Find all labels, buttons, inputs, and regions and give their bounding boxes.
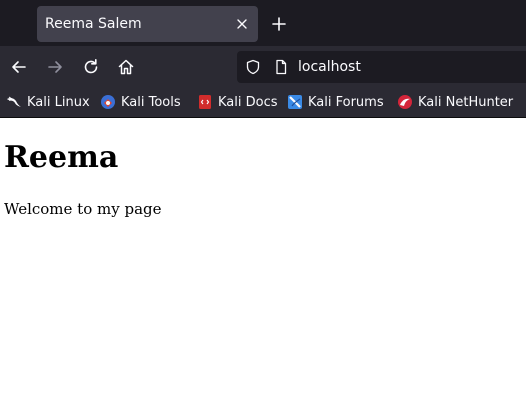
bookmark-kali-docs[interactable]: Kali Docs (197, 88, 278, 116)
bookmark-kali-nethunter[interactable]: Kali NetHunter (397, 88, 513, 116)
kali-dragon-icon (7, 96, 21, 107)
navigation-toolbar: localhost (0, 46, 526, 88)
bookmark-kali-forums[interactable]: Kali Forums (287, 88, 384, 116)
kali-docs-icon (199, 95, 211, 109)
page-info-icon[interactable] (273, 59, 289, 75)
bookmark-kali-tools[interactable]: Kali Tools (100, 88, 181, 116)
home-icon[interactable] (116, 57, 136, 77)
bookmark-kali-linux[interactable]: Kali Linux (6, 88, 90, 116)
address-bar[interactable]: localhost (237, 51, 526, 83)
bookmark-label: Kali Tools (121, 94, 181, 110)
forward-arrow-icon[interactable] (45, 57, 65, 77)
tab-active[interactable]: Reema Salem (37, 6, 258, 42)
page-paragraph: Welcome to my page (4, 200, 162, 218)
tab-strip: Reema Salem (0, 0, 526, 46)
reload-icon[interactable] (81, 57, 101, 77)
url-text[interactable]: localhost (298, 51, 361, 83)
kali-nethunter-icon (398, 95, 412, 109)
bookmark-label: Kali Forums (308, 94, 384, 110)
page-content: Reema Welcome to my page (0, 119, 526, 414)
bookmark-label: Kali Docs (218, 94, 278, 110)
close-icon[interactable] (234, 16, 250, 32)
tracking-shield-icon[interactable] (245, 59, 261, 75)
kali-forums-icon (288, 95, 302, 109)
bookmark-label: Kali NetHunter (418, 94, 514, 110)
kali-tools-icon (101, 95, 115, 109)
tab-title: Reema Salem (45, 16, 142, 32)
bookmark-label: Kali Linux (27, 94, 90, 110)
bookmarks-toolbar: Kali Linux Kali Tools Kali Docs Kali For… (0, 88, 526, 118)
new-tab-plus-icon[interactable] (270, 15, 288, 33)
back-arrow-icon[interactable] (9, 57, 29, 77)
browser-window: Reema Salem localhost Kali Linux Kali To… (0, 0, 526, 414)
page-heading: Reema (4, 140, 119, 175)
